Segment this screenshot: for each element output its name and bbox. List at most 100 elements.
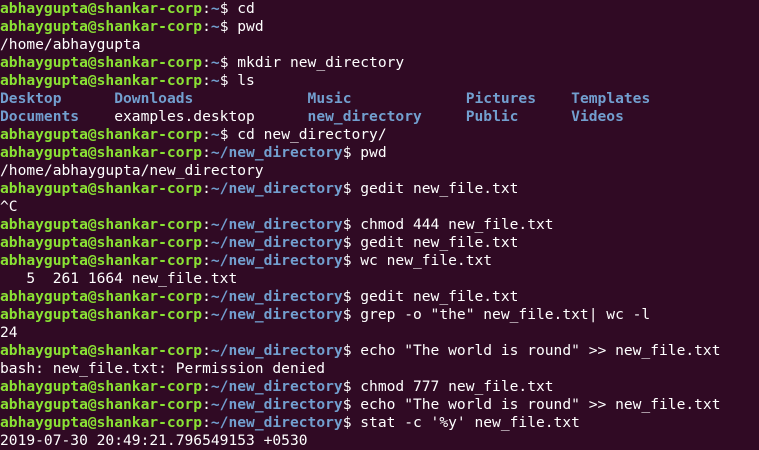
prompt-path: ~/new_directory: [210, 378, 343, 395]
prompt-path: ~/new_directory: [210, 396, 343, 413]
prompt-path: ~: [210, 18, 220, 35]
prompt-user-host: abhaygupta@shankar-corp: [0, 414, 203, 431]
prompt-user-host: abhaygupta@shankar-corp: [0, 144, 203, 161]
prompt-line: abhaygupta@shankar-corp:~$ cd new_direct…: [0, 126, 759, 144]
command-text: pwd: [360, 144, 387, 161]
prompt-separator: :: [202, 342, 211, 359]
prompt-line: abhaygupta@shankar-corp:~/new_directory$…: [0, 414, 759, 432]
prompt-user-host: abhaygupta@shankar-corp: [0, 342, 203, 359]
command-text: echo "The world is round" >> new_file.tx…: [360, 342, 721, 359]
directory-entry: Public: [465, 108, 519, 125]
prompt-user-host: abhaygupta@shankar-corp: [0, 216, 203, 233]
output-text: 2019-07-30 20:49:21.796549153 +0530: [0, 432, 308, 449]
prompt-user-host: abhaygupta@shankar-corp: [0, 234, 203, 251]
prompt-separator: :: [202, 414, 211, 431]
prompt-symbol: $: [342, 144, 361, 161]
prompt-symbol: $: [219, 0, 238, 17]
prompt-separator: :: [202, 126, 211, 143]
output-text: /home/abhaygupta: [0, 36, 141, 53]
prompt-line: abhaygupta@shankar-corp:~$ ls: [0, 72, 759, 90]
prompt-line: abhaygupta@shankar-corp:~/new_directory$…: [0, 144, 759, 162]
prompt-path: ~/new_directory: [210, 306, 343, 323]
column-spacing: [351, 90, 465, 107]
prompt-user-host: abhaygupta@shankar-corp: [0, 54, 203, 71]
output-text: bash: new_file.txt: Permission denied: [0, 360, 326, 377]
ls-output-line: Desktop Downloads Music Pictures Templat…: [0, 90, 759, 108]
prompt-path: ~: [210, 0, 220, 17]
directory-entry: Documents: [0, 108, 80, 125]
prompt-user-host: abhaygupta@shankar-corp: [0, 180, 203, 197]
command-text: echo "The world is round" >> new_file.tx…: [360, 396, 721, 413]
prompt-line: abhaygupta@shankar-corp:~/new_directory$…: [0, 396, 759, 414]
prompt-user-host: abhaygupta@shankar-corp: [0, 126, 203, 143]
prompt-symbol: $: [219, 54, 238, 71]
prompt-path: ~/new_directory: [210, 414, 343, 431]
ls-output-line: Documents examples.desktop new_directory…: [0, 108, 759, 126]
output-line: ^C: [0, 198, 759, 216]
prompt-path: ~: [210, 72, 220, 89]
prompt-path: ~/new_directory: [210, 234, 343, 251]
output-line: 2019-07-30 20:49:21.796549153 +0530: [0, 432, 759, 450]
prompt-path: ~: [210, 126, 220, 143]
directory-entry: Videos: [571, 108, 624, 125]
prompt-separator: :: [202, 234, 211, 251]
prompt-separator: :: [202, 144, 211, 161]
output-text: 24: [0, 324, 18, 341]
command-text: pwd: [237, 18, 264, 35]
prompt-path: ~/new_directory: [210, 144, 343, 161]
prompt-line: abhaygupta@shankar-corp:~/new_directory$…: [0, 378, 759, 396]
prompt-path: ~/new_directory: [210, 252, 343, 269]
output-line: /home/abhaygupta: [0, 36, 759, 54]
prompt-symbol: $: [342, 288, 361, 305]
prompt-user-host: abhaygupta@shankar-corp: [0, 396, 203, 413]
prompt-line: abhaygupta@shankar-corp:~$ pwd: [0, 18, 759, 36]
prompt-line: abhaygupta@shankar-corp:~$ mkdir new_dir…: [0, 54, 759, 72]
directory-entry: Pictures: [465, 90, 537, 107]
output-line: 24: [0, 324, 759, 342]
prompt-line: abhaygupta@shankar-corp:~$ cd: [0, 0, 759, 18]
column-spacing: [79, 108, 114, 125]
prompt-line: abhaygupta@shankar-corp:~/new_directory$…: [0, 234, 759, 252]
prompt-line: abhaygupta@shankar-corp:~/new_directory$…: [0, 342, 759, 360]
prompt-path: ~/new_directory: [210, 288, 343, 305]
prompt-line: abhaygupta@shankar-corp:~/new_directory$…: [0, 306, 759, 324]
command-text: gedit new_file.txt: [360, 234, 519, 251]
directory-entry: Music: [307, 90, 352, 107]
prompt-symbol: $: [342, 252, 361, 269]
command-text: mkdir new_directory: [237, 54, 405, 71]
prompt-symbol: $: [342, 180, 361, 197]
command-text: wc new_file.txt: [360, 252, 493, 269]
command-text: chmod 777 new_file.txt: [360, 378, 554, 395]
directory-entry: Downloads: [114, 90, 194, 107]
prompt-symbol: $: [342, 306, 361, 323]
prompt-symbol: $: [219, 18, 238, 35]
column-spacing: [518, 108, 571, 125]
prompt-symbol: $: [219, 72, 238, 89]
output-line: bash: new_file.txt: Permission denied: [0, 360, 759, 378]
prompt-path: ~: [210, 54, 220, 71]
directory-entry: Templates: [571, 90, 651, 107]
command-text: gedit new_file.txt: [360, 180, 519, 197]
terminal-window[interactable]: abhaygupta@shankar-corp:~$ cd abhaygupta@…: [0, 0, 759, 450]
column-spacing: [255, 108, 308, 125]
prompt-path: ~/new_directory: [210, 342, 343, 359]
column-spacing: [193, 90, 307, 107]
prompt-user-host: abhaygupta@shankar-corp: [0, 72, 203, 89]
prompt-symbol: $: [342, 234, 361, 251]
prompt-user-host: abhaygupta@shankar-corp: [0, 306, 203, 323]
output-text: /home/abhaygupta/new_directory: [0, 162, 264, 179]
prompt-user-host: abhaygupta@shankar-corp: [0, 252, 203, 269]
directory-entry: new_directory: [307, 108, 422, 125]
command-text: ls: [237, 72, 255, 89]
command-text: grep -o "the" new_file.txt| wc -l: [360, 306, 651, 323]
prompt-user-host: abhaygupta@shankar-corp: [0, 288, 203, 305]
prompt-symbol: $: [342, 378, 361, 395]
column-spacing: [536, 90, 571, 107]
output-text: 5 261 1664 new_file.txt: [0, 270, 238, 287]
prompt-symbol: $: [342, 414, 361, 431]
command-text: cd new_directory/: [237, 126, 387, 143]
output-line: /home/abhaygupta/new_directory: [0, 162, 759, 180]
prompt-user-host: abhaygupta@shankar-corp: [0, 18, 203, 35]
prompt-path: ~/new_directory: [210, 180, 343, 197]
prompt-separator: :: [202, 252, 211, 269]
